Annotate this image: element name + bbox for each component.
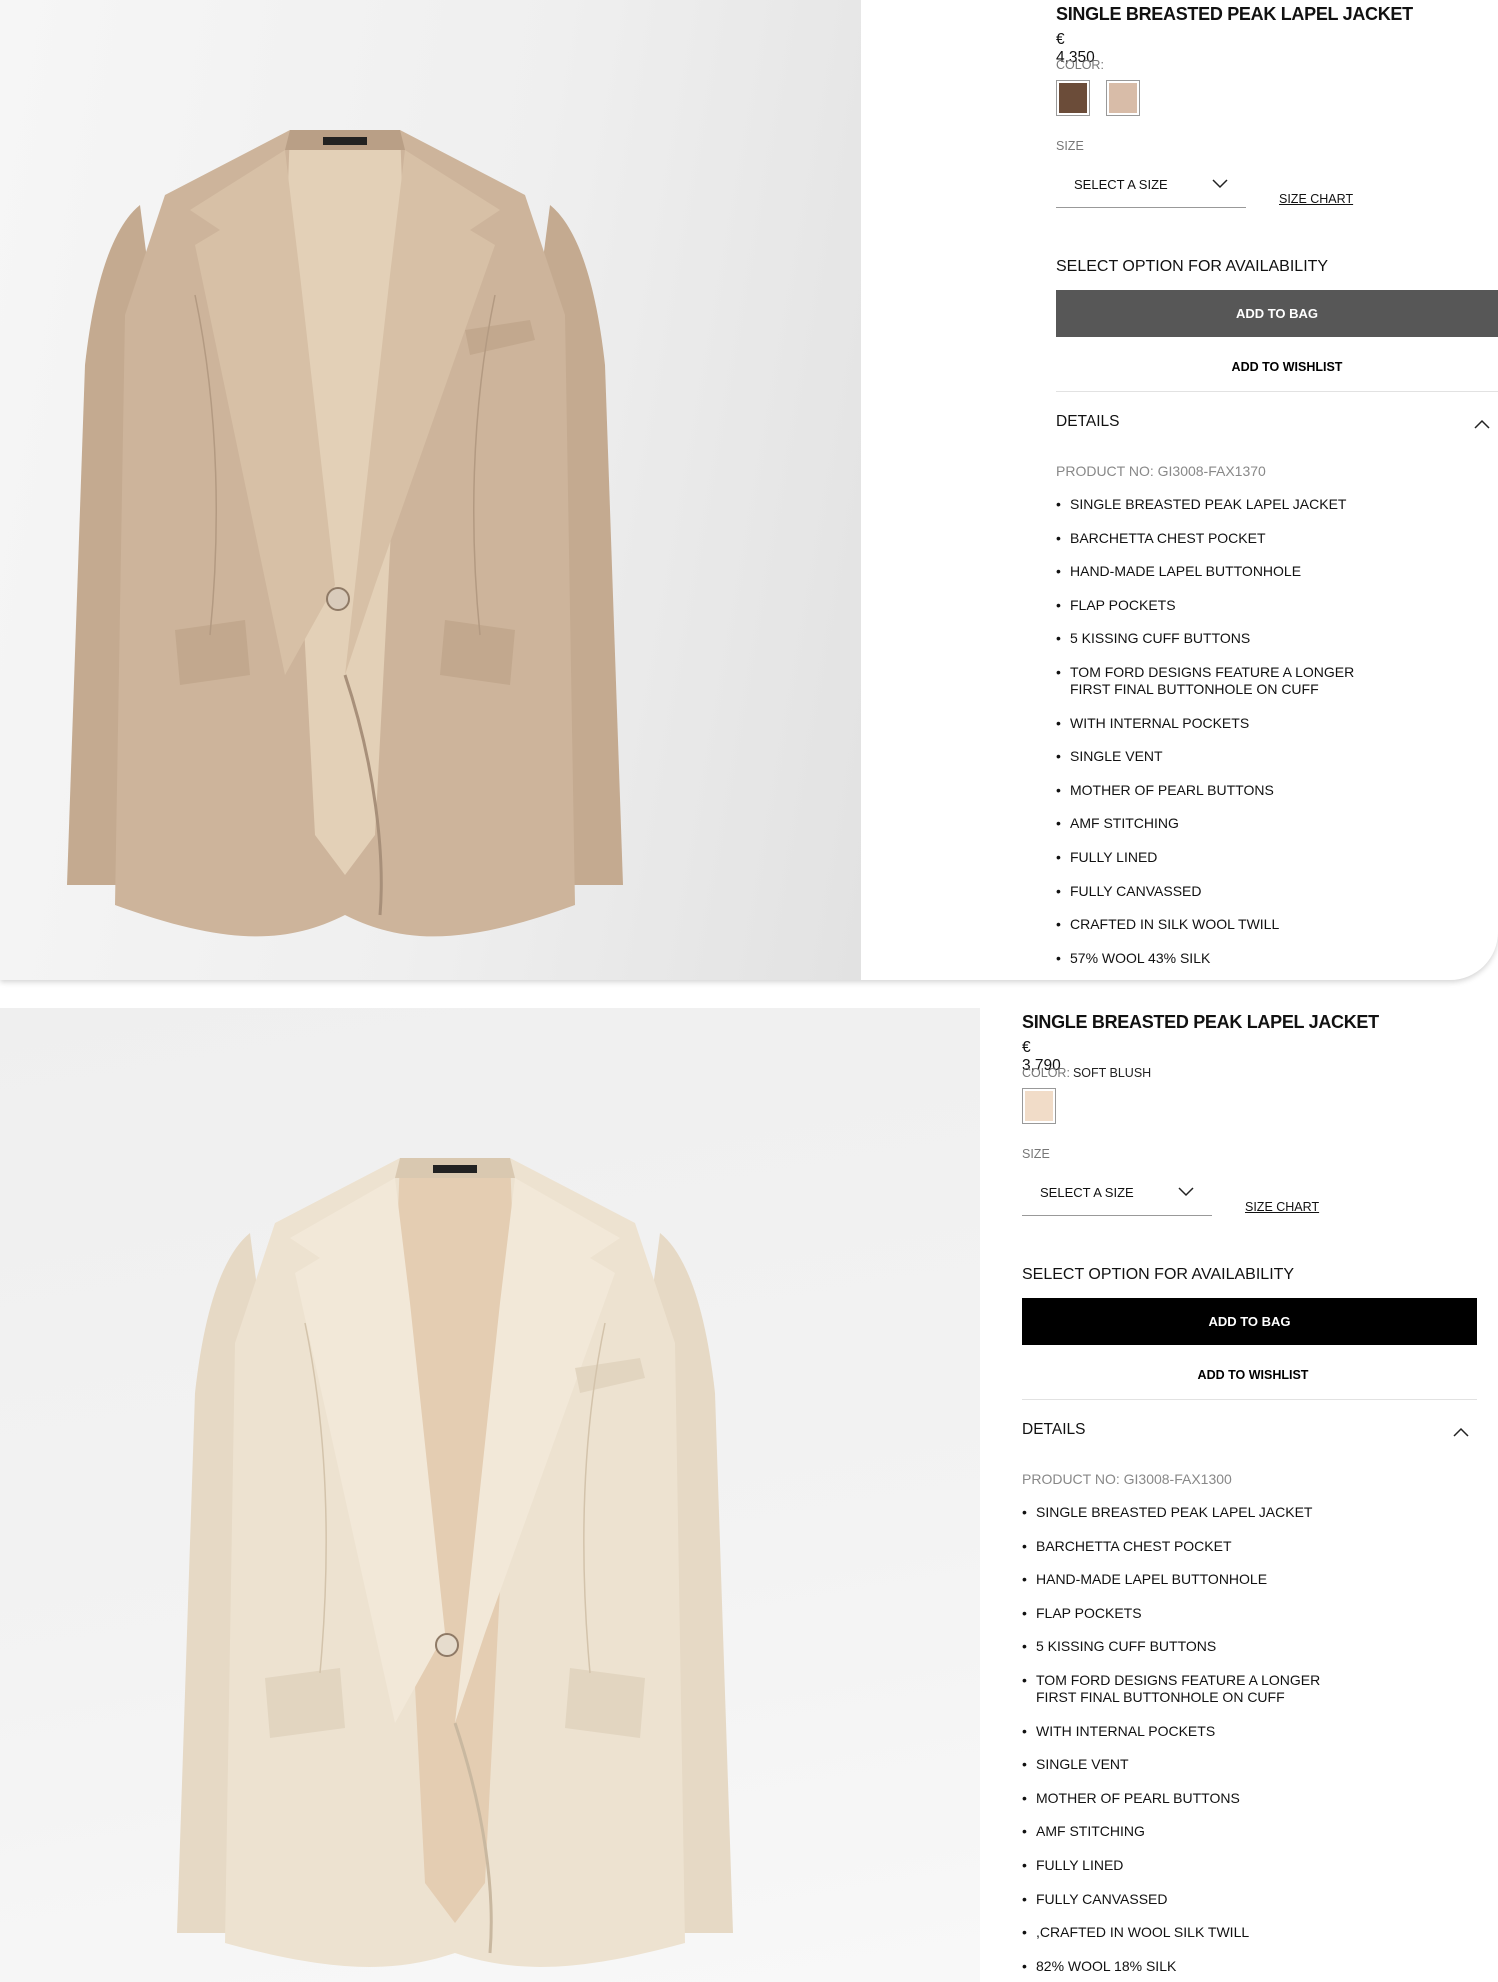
detail-item: SINGLE BREASTED PEAK LAPEL JACKET xyxy=(1022,1504,1352,1521)
detail-item: AMF STITCHING xyxy=(1056,815,1386,832)
product-title: SINGLE BREASTED PEAK LAPEL JACKET xyxy=(1056,4,1413,24)
color-label: COLOR: xyxy=(1056,58,1104,72)
detail-item: SINGLE VENT xyxy=(1056,748,1386,765)
detail-item: FLAP POCKETS xyxy=(1056,597,1386,614)
left-flap-pocket xyxy=(175,620,250,685)
swatch-fill xyxy=(1059,83,1087,113)
color-swatch-soft-blush[interactable] xyxy=(1022,1088,1056,1124)
add-to-bag-button[interactable]: ADD TO BAG xyxy=(1056,290,1498,337)
details-title: DETAILS xyxy=(1022,1421,1086,1438)
product-image xyxy=(0,0,861,980)
color-name: SOFT BLUSH xyxy=(1072,1066,1152,1080)
detail-item: BARCHETTA CHEST POCKET xyxy=(1022,1538,1352,1555)
color-label-text: COLOR: xyxy=(1056,58,1104,72)
size-select[interactable]: SELECT A SIZE xyxy=(1056,166,1246,208)
detail-item: ,CRAFTED IN WOOL SILK TWILL xyxy=(1022,1924,1352,1941)
jacket-illustration xyxy=(177,1158,733,1967)
jacket-button xyxy=(435,1633,459,1657)
right-flap-pocket xyxy=(440,620,515,685)
detail-item: FULLY CANVASSED xyxy=(1056,883,1386,900)
details-toggle[interactable]: DETAILS xyxy=(1056,413,1498,443)
details-list: SINGLE BREASTED PEAK LAPEL JACKET BARCHET… xyxy=(1056,496,1386,980)
left-flap-pocket xyxy=(265,1668,345,1738)
right-flap-pocket xyxy=(565,1668,645,1738)
details-title: DETAILS xyxy=(1056,413,1120,430)
detail-item: TOM FORD DESIGNS FEATURE A LONGER FIRST … xyxy=(1022,1672,1352,1706)
details-list: SINGLE BREASTED PEAK LAPEL JACKET BARCHET… xyxy=(1022,1504,1352,1982)
chevron-down-icon xyxy=(1178,1187,1194,1197)
detail-item: FLAP POCKETS xyxy=(1022,1605,1352,1622)
product-title: SINGLE BREASTED PEAK LAPEL JACKET xyxy=(1022,1012,1379,1032)
color-label: COLOR: SOFT BLUSH xyxy=(1022,1066,1151,1080)
detail-item: WITH INTERNAL POCKETS xyxy=(1056,715,1386,732)
size-select[interactable]: SELECT A SIZE xyxy=(1022,1174,1212,1216)
color-swatch-brown[interactable] xyxy=(1056,80,1090,116)
detail-item: CRAFTED IN SILK WOOL TWILL xyxy=(1056,916,1386,933)
detail-item: TOM FORD DESIGNS FEATURE A LONGER FIRST … xyxy=(1056,664,1386,698)
jacket-button xyxy=(326,587,350,611)
availability-text: SELECT OPTION FOR AVAILABILITY xyxy=(1022,1266,1295,1283)
size-chart-link[interactable]: SIZE CHART xyxy=(1245,1200,1319,1214)
detail-item: 82% WOOL 18% SILK xyxy=(1022,1958,1352,1975)
divider xyxy=(1056,391,1498,392)
detail-item: 5 KISSING CUFF BUTTONS xyxy=(1056,630,1386,647)
detail-item: FULLY LINED xyxy=(1056,849,1386,866)
detail-item: BARCHETTA CHEST POCKET xyxy=(1056,530,1386,547)
details-toggle[interactable]: DETAILS xyxy=(1022,1421,1477,1451)
detail-item: MOTHER OF PEARL BUTTONS xyxy=(1022,1790,1352,1807)
add-to-wishlist-button[interactable]: ADD TO WISHLIST xyxy=(1022,1360,1484,1390)
detail-item: MOTHER OF PEARL BUTTONS xyxy=(1056,782,1386,799)
product-number: PRODUCT NO: GI3008-FAX1300 xyxy=(1022,1471,1232,1487)
detail-item: WITH INTERNAL POCKETS xyxy=(1022,1723,1352,1740)
detail-item: 5 KISSING CUFF BUTTONS xyxy=(1022,1638,1352,1655)
detail-item: HAND-MADE LAPEL BUTTONHOLE xyxy=(1056,563,1386,580)
detail-item: FULLY CANVASSED xyxy=(1022,1891,1352,1908)
chevron-up-icon xyxy=(1453,1427,1469,1437)
detail-item: FULLY LINED xyxy=(1022,1857,1352,1874)
jacket-illustration xyxy=(67,130,623,937)
product-panel: SINGLE BREASTED PEAK LAPEL JACKET € 4,35… xyxy=(0,0,1498,980)
size-select-value: SELECT A SIZE xyxy=(1040,1185,1134,1200)
detail-item: AMF STITCHING xyxy=(1022,1823,1352,1840)
swatch-fill xyxy=(1109,83,1137,113)
product-number: PRODUCT NO: GI3008-FAX1370 xyxy=(1056,463,1266,479)
add-to-wishlist-button[interactable]: ADD TO WISHLIST xyxy=(1056,352,1498,382)
product-panel: SINGLE BREASTED PEAK LAPEL JACKET € 3,79… xyxy=(0,1008,1498,1982)
color-label-text: COLOR: xyxy=(1022,1066,1070,1080)
size-label: SIZE xyxy=(1022,1147,1050,1161)
color-swatch-beige[interactable] xyxy=(1106,80,1140,116)
detail-item: SINGLE VENT xyxy=(1022,1756,1352,1773)
size-select-value: SELECT A SIZE xyxy=(1074,177,1168,192)
detail-item: HAND-MADE LAPEL BUTTONHOLE xyxy=(1022,1571,1352,1588)
availability-text: SELECT OPTION FOR AVAILABILITY xyxy=(1056,258,1329,275)
product-image xyxy=(0,1008,980,1982)
size-chart-link[interactable]: SIZE CHART xyxy=(1279,192,1353,206)
detail-item: SINGLE BREASTED PEAK LAPEL JACKET xyxy=(1056,496,1386,513)
detail-item: 57% WOOL 43% SILK xyxy=(1056,950,1386,967)
size-label: SIZE xyxy=(1056,139,1084,153)
chevron-up-icon xyxy=(1474,419,1490,429)
divider xyxy=(1022,1399,1477,1400)
chevron-down-icon xyxy=(1212,179,1228,189)
add-to-bag-button[interactable]: ADD TO BAG xyxy=(1022,1298,1477,1345)
swatch-fill xyxy=(1025,1091,1053,1121)
